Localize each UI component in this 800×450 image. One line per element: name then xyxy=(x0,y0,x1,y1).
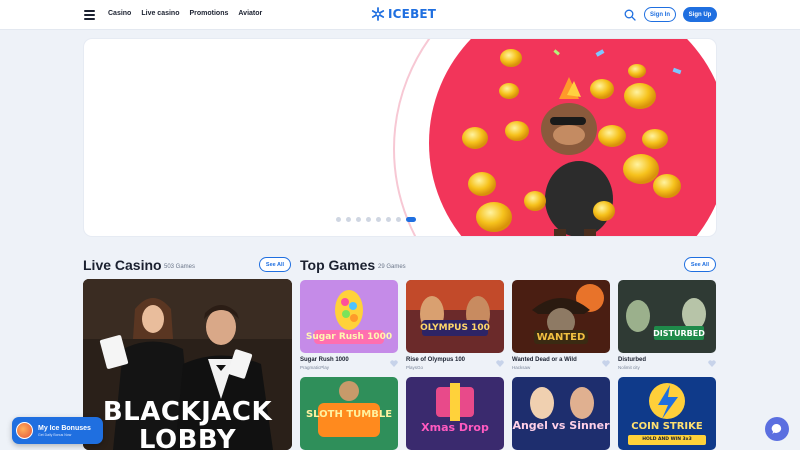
game-tile[interactable]: WANTED Wanted Dead or a Wild Hacksaw xyxy=(512,280,610,370)
game-thumb-title: Sugar Rush 1000 xyxy=(305,332,393,342)
game-name: Rise of Olympus 100 xyxy=(406,357,466,363)
game-thumbnail[interactable]: OLYMPUS 100 xyxy=(406,280,504,353)
game-thumb-title: WANTED xyxy=(536,332,586,343)
live-casino-title: Live Casino xyxy=(83,257,162,273)
game-tile[interactable]: DISTURBED Disturbed Nolimit city xyxy=(618,280,716,370)
game-provider: PragmaticPlay xyxy=(300,365,330,370)
pagination-dot-active[interactable] xyxy=(406,217,416,222)
game-tile[interactable]: Xmas Drop xyxy=(406,377,504,450)
hero-illustration xyxy=(393,39,716,236)
pagination-dot[interactable] xyxy=(356,217,361,222)
top-games-title: Top Games xyxy=(300,257,376,273)
game-thumbnail[interactable]: DISTURBED xyxy=(618,280,716,353)
live-casino-see-all-button[interactable]: See All xyxy=(259,257,291,272)
game-tile[interactable]: SLOTH TUMBLE xyxy=(300,377,398,450)
top-games-count: 29 Games xyxy=(378,264,406,270)
nav-live-casino[interactable]: Live casino xyxy=(141,10,179,17)
game-thumb-title: DISTURBED xyxy=(653,329,705,338)
blackjack-lobby-card[interactable]: BLACKJACK LOBBY xyxy=(83,279,292,450)
game-thumb-subtitle: HOLD AND WIN 3x3 xyxy=(642,437,692,442)
game-name: Disturbed xyxy=(618,357,647,363)
snowflake-icon xyxy=(371,7,385,21)
game-provider: Nolimit city xyxy=(618,365,640,370)
game-tile[interactable]: COIN STRIKE HOLD AND WIN 3x3 xyxy=(618,377,716,450)
nav-casino[interactable]: Casino xyxy=(108,10,131,17)
blackjack-title: BLACKJACK xyxy=(102,397,273,427)
game-thumb-title: SLOTH TUMBLE xyxy=(305,409,393,420)
search-icon[interactable] xyxy=(624,9,636,21)
game-tile[interactable]: OLYMPUS 100 Rise of Olympus 100 PlaysGo xyxy=(406,280,504,370)
favorite-heart-icon[interactable] xyxy=(390,360,398,367)
hero-banner[interactable] xyxy=(83,38,717,237)
menu-icon[interactable] xyxy=(84,10,95,20)
sign-in-button[interactable]: Sign In xyxy=(644,7,676,22)
game-thumb-title: Angel vs Sinner xyxy=(512,419,610,432)
main-nav: Casino Live casino Promotions Aviator xyxy=(108,10,262,17)
pagination-dot[interactable] xyxy=(396,217,401,222)
pagination-dot[interactable] xyxy=(336,217,341,222)
lobby-title: LOBBY xyxy=(138,425,237,450)
game-thumb-title: COIN STRIKE xyxy=(631,421,703,432)
game-tile[interactable]: Angel vs Sinner xyxy=(512,377,610,450)
game-thumb-title: Xmas Drop xyxy=(421,421,489,434)
bonus-title: My Ice Bonuses xyxy=(38,424,91,432)
chat-bubble-icon xyxy=(771,423,782,434)
pagination-dot[interactable] xyxy=(346,217,351,222)
top-header: Casino Live casino Promotions Aviator IC… xyxy=(0,0,800,30)
bonus-avatar xyxy=(16,422,33,439)
game-thumbnail[interactable]: WANTED xyxy=(512,280,610,353)
game-provider: PlaysGo xyxy=(406,365,424,370)
game-name: Wanted Dead or a Wild xyxy=(512,357,577,363)
live-casino-count: 503 Games xyxy=(164,264,196,270)
game-thumbnail[interactable]: Sugar Rush 1000 xyxy=(300,280,398,353)
nav-promotions[interactable]: Promotions xyxy=(189,10,228,17)
bonus-subtitle: Get Daily Bonus Now xyxy=(38,432,72,437)
pagination-dot[interactable] xyxy=(376,217,381,222)
hero-pagination xyxy=(336,217,416,222)
favorite-heart-icon[interactable] xyxy=(708,360,716,367)
game-provider: Hacksaw xyxy=(512,365,531,370)
pagination-dot[interactable] xyxy=(386,217,391,222)
logo-text: ICEBET xyxy=(388,7,437,21)
favorite-heart-icon[interactable] xyxy=(602,360,610,367)
pagination-dot[interactable] xyxy=(366,217,371,222)
game-tile[interactable]: Sugar Rush 1000 Sugar Rush 1000 Pragmati… xyxy=(300,280,398,370)
sign-up-button[interactable]: Sign Up xyxy=(683,7,717,22)
game-thumb-title: OLYMPUS 100 xyxy=(420,323,490,333)
logo[interactable]: ICEBET xyxy=(371,7,436,21)
chat-button[interactable] xyxy=(765,417,789,441)
top-games-see-all-button[interactable]: See All xyxy=(684,257,716,272)
nav-aviator[interactable]: Aviator xyxy=(238,10,262,17)
my-ice-bonuses-button[interactable]: My Ice Bonuses Get Daily Bonus Now xyxy=(12,417,103,444)
game-name: Sugar Rush 1000 xyxy=(300,357,349,363)
favorite-heart-icon[interactable] xyxy=(496,360,504,367)
